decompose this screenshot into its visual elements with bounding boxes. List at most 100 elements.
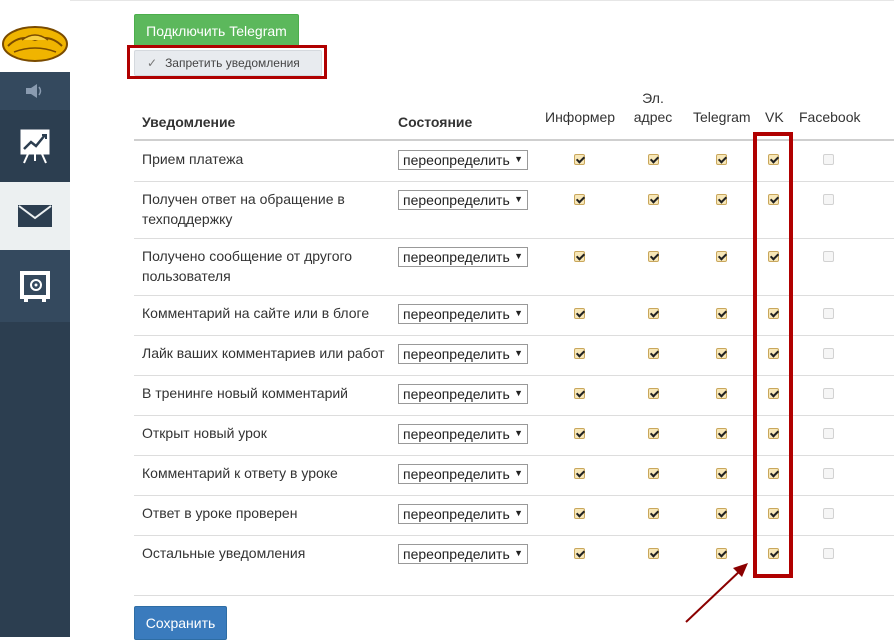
save-button[interactable]: Сохранить [134,606,227,640]
caret-down-icon: ▼ [514,154,523,164]
row-label: Лайк ваших комментариев или работ [142,345,385,361]
checkbox-informer[interactable] [574,508,585,519]
row-label: Прием платежа [142,151,244,167]
checkbox-informer[interactable] [574,388,585,399]
checkbox-email[interactable] [648,348,659,359]
checkbox-telegram[interactable] [716,154,727,165]
caret-down-icon: ▼ [514,348,523,358]
state-select-value: переопределить [403,306,510,322]
sidebar-item-statistics[interactable] [0,110,70,182]
state-select-value: переопределить [403,249,510,265]
header-facebook: Facebook [799,109,861,125]
caret-down-icon: ▼ [514,468,523,478]
checkbox-email[interactable] [648,428,659,439]
checkbox-email[interactable] [648,388,659,399]
state-select[interactable]: переопределить ▼ [398,504,528,524]
connect-telegram-button[interactable]: Подключить Telegram [134,14,299,48]
checkbox-informer[interactable] [574,548,585,559]
state-select[interactable]: переопределить ▼ [398,544,528,564]
header-vk: VK [765,109,784,125]
check-icon: ✓ [147,56,158,70]
state-select[interactable]: переопределить ▼ [398,464,528,484]
row-label: Остальные уведомления [142,545,306,561]
state-select[interactable]: переопределить ▼ [398,424,528,444]
checkbox-email[interactable] [648,154,659,165]
checkbox-informer[interactable] [574,308,585,319]
checkbox-telegram[interactable] [716,308,727,319]
row-label: В тренинге новый комментарий [142,385,349,401]
top-border [70,0,894,5]
speaker-icon [26,84,42,98]
checkbox-facebook[interactable] [823,508,834,519]
caret-down-icon: ▼ [514,548,523,558]
caret-down-icon: ▼ [514,251,523,261]
header-informer: Информер [545,109,616,125]
sidebar-item-notifications[interactable] [0,182,70,250]
state-select-value: переопределить [403,466,510,482]
checkbox-facebook[interactable] [823,194,834,205]
checkbox-email[interactable] [648,251,659,262]
envelope-icon [18,205,52,227]
checkbox-informer[interactable] [574,194,585,205]
checkbox-telegram[interactable] [716,348,727,359]
caret-down-icon: ▼ [514,428,523,438]
logo-hands-icon [2,26,68,62]
caret-down-icon: ▼ [514,194,523,204]
state-select-value: переопределить [403,546,510,562]
header-notification: Уведомление [142,114,236,130]
logo[interactable] [0,0,70,72]
checkbox-telegram[interactable] [716,194,727,205]
chart-board-icon [20,129,50,164]
highlight-box-vk-column [753,132,793,578]
state-select-value: переопределить [403,152,510,168]
state-select-value: переопределить [403,506,510,522]
row-label: Комментарий на сайте или в блоге [142,305,370,321]
state-select-value: переопределить [403,346,510,362]
disable-notifications-button[interactable]: ✓ Запретить уведомления [134,50,322,76]
header-state: Состояние [398,114,473,130]
row-label: Получено сообщение от другого пользовате… [142,248,353,284]
header-email-line1: Эл. [642,90,664,106]
checkbox-telegram[interactable] [716,548,727,559]
checkbox-facebook[interactable] [823,348,834,359]
header-telegram: Telegram [693,109,751,125]
caret-down-icon: ▼ [514,508,523,518]
state-select[interactable]: переопределить ▼ [398,344,528,364]
state-select[interactable]: переопределить ▼ [398,190,528,210]
checkbox-facebook[interactable] [823,468,834,479]
sidebar-item-sound[interactable] [0,72,70,110]
checkbox-informer[interactable] [574,468,585,479]
disable-notifications-label: Запретить уведомления [165,56,300,70]
checkbox-informer[interactable] [574,154,585,165]
checkbox-facebook[interactable] [823,548,834,559]
checkbox-email[interactable] [648,308,659,319]
checkbox-facebook[interactable] [823,428,834,439]
checkbox-telegram[interactable] [716,251,727,262]
state-select[interactable]: переопределить ▼ [398,150,528,170]
row-label: Открыт новый урок [142,425,267,441]
sidebar-item-safe[interactable] [0,250,70,322]
caret-down-icon: ▼ [514,308,523,318]
state-select-value: переопределить [403,426,510,442]
row-label: Получен ответ на обращение в техподдержк… [142,191,345,227]
checkbox-email[interactable] [648,548,659,559]
caret-down-icon: ▼ [514,388,523,398]
checkbox-telegram[interactable] [716,468,727,479]
checkbox-telegram[interactable] [716,508,727,519]
checkbox-telegram[interactable] [716,388,727,399]
checkbox-facebook[interactable] [823,251,834,262]
checkbox-facebook[interactable] [823,154,834,165]
state-select[interactable]: переопределить ▼ [398,304,528,324]
checkbox-informer[interactable] [574,348,585,359]
checkbox-informer[interactable] [574,251,585,262]
checkbox-email[interactable] [648,508,659,519]
checkbox-informer[interactable] [574,428,585,439]
state-select[interactable]: переопределить ▼ [398,384,528,404]
state-select[interactable]: переопределить ▼ [398,247,528,267]
checkbox-facebook[interactable] [823,388,834,399]
safe-icon [20,271,50,302]
checkbox-facebook[interactable] [823,308,834,319]
checkbox-email[interactable] [648,194,659,205]
checkbox-email[interactable] [648,468,659,479]
checkbox-telegram[interactable] [716,428,727,439]
